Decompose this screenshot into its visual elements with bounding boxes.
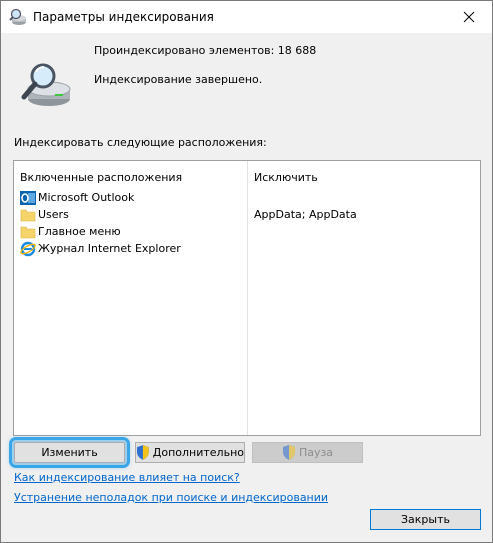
troubleshoot-link[interactable]: Устранение неполадок при поиске и индекс… bbox=[14, 491, 328, 504]
change-button-label: Изменить bbox=[41, 446, 98, 459]
outlook-icon bbox=[20, 190, 36, 205]
advanced-button[interactable]: Дополнительно bbox=[135, 442, 245, 463]
locations-label: Индексировать следующие расположения: bbox=[14, 136, 267, 149]
list-item[interactable]: Users bbox=[20, 206, 69, 223]
close-button-label: Закрыть bbox=[401, 513, 450, 526]
indexing-options-window: Параметры индексирования Проиндексирован… bbox=[0, 0, 493, 543]
indexed-count: Проиндексировано элементов: 18 688 bbox=[94, 44, 317, 57]
folder-icon bbox=[20, 226, 36, 238]
title-bar[interactable]: Параметры индексирования bbox=[1, 1, 492, 33]
column-header-excluded[interactable]: Исключить bbox=[254, 171, 318, 184]
column-divider[interactable] bbox=[247, 161, 248, 435]
list-item-label: Users bbox=[38, 208, 69, 221]
change-button[interactable]: Изменить bbox=[9, 437, 130, 468]
window-title: Параметры индексирования bbox=[33, 10, 214, 24]
list-item-label: Главное меню bbox=[38, 225, 121, 238]
pause-button-label: Пауза bbox=[298, 446, 334, 459]
close-window-button[interactable] bbox=[446, 1, 492, 33]
list-item-label: Microsoft Outlook bbox=[38, 191, 135, 204]
list-item[interactable]: Журнал Internet Explorer bbox=[20, 240, 181, 257]
list-item[interactable]: Microsoft Outlook bbox=[20, 189, 134, 206]
pause-button[interactable]: Пауза bbox=[252, 442, 363, 463]
indexing-status: Индексирование завершено. bbox=[94, 73, 263, 86]
locations-list[interactable]: Включенные расположения Исключить Micros… bbox=[13, 160, 481, 436]
indexing-drive-icon bbox=[21, 63, 71, 106]
folder-icon bbox=[20, 209, 36, 221]
column-header-included[interactable]: Включенные расположения bbox=[20, 171, 182, 184]
close-button[interactable]: Закрыть bbox=[370, 509, 481, 530]
indexing-icon bbox=[9, 8, 26, 25]
internet-explorer-icon bbox=[20, 241, 36, 256]
close-icon bbox=[463, 11, 475, 23]
advanced-button-label: Дополнительно bbox=[152, 446, 244, 459]
list-item-exclude: AppData; AppData bbox=[254, 208, 357, 221]
list-item[interactable]: Главное меню bbox=[20, 223, 121, 240]
uac-shield-icon bbox=[136, 445, 149, 460]
how-indexing-affects-search-link[interactable]: Как индексирование влияет на поиск? bbox=[14, 471, 240, 484]
uac-shield-icon bbox=[282, 445, 295, 460]
list-item-label: Журнал Internet Explorer bbox=[38, 242, 181, 255]
